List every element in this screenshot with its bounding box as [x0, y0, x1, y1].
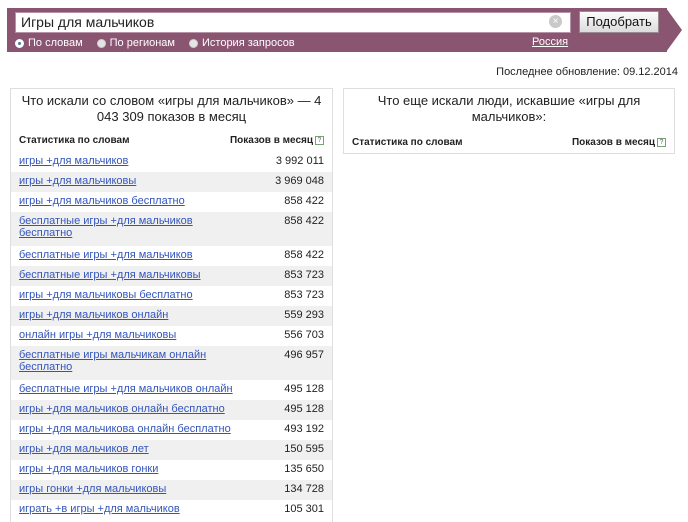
- table-row: игры +для мальчиковы 3 969 048: [11, 172, 332, 192]
- impressions-count: 495 128: [284, 403, 324, 415]
- table-row: онлайн игры +для мальчиковы 556 703: [11, 326, 332, 346]
- impressions-count: 858 422: [284, 215, 324, 227]
- impressions-count: 556 703: [284, 329, 324, 341]
- keyword-link[interactable]: игры +для мальчиков гонки: [19, 463, 239, 475]
- submit-button[interactable]: Подобрать: [579, 11, 659, 33]
- table-row: игры +для мальчиковы бесплатно 853 723: [11, 286, 332, 306]
- column-words: Статистика по словам: [19, 135, 130, 146]
- keyword-link[interactable]: игры +для мальчиков онлайн: [19, 309, 239, 321]
- impressions-count: 559 293: [284, 309, 324, 321]
- column-header: Статистика по словам Показов в месяц?: [11, 135, 332, 148]
- search-bar: Игры для мальчиков × Подобрать По словам…: [7, 8, 667, 52]
- search-input[interactable]: Игры для мальчиков: [15, 12, 571, 33]
- column-header: Статистика по словам Показов в месяц?: [344, 137, 674, 148]
- search-mode-group: По словам По регионам История запросов: [15, 36, 309, 50]
- keyword-link[interactable]: игры +для мальчиков онлайн бесплатно: [19, 403, 239, 415]
- radio-by-words[interactable]: По словам: [15, 36, 83, 50]
- keyword-link[interactable]: бесплатные игры мальчикам онлайн бесплат…: [19, 349, 239, 373]
- column-count: Показов в месяц?: [572, 137, 666, 148]
- table-row: бесплатные игры +для мальчиковы 853 723: [11, 266, 332, 286]
- table-row: бесплатные игры мальчикам онлайн бесплат…: [11, 346, 332, 380]
- impressions-count: 493 192: [284, 423, 324, 435]
- keyword-link[interactable]: онлайн игры +для мальчиковы: [19, 329, 239, 341]
- impressions-count: 134 728: [284, 483, 324, 495]
- region-link[interactable]: Россия: [532, 36, 568, 48]
- table-row: игры +для мальчиков онлайн 559 293: [11, 306, 332, 326]
- table-row: бесплатные игры +для мальчиков 858 422: [11, 246, 332, 266]
- keyword-link[interactable]: игры +для мальчиков бесплатно: [19, 195, 239, 207]
- related-queries-panel: Что еще искали люди, искавшие «игры для …: [343, 88, 675, 154]
- keyword-link[interactable]: игры +для мальчиковы бесплатно: [19, 289, 239, 301]
- impressions-count: 853 723: [284, 269, 324, 281]
- radio-selected-icon: [15, 38, 24, 48]
- radio-label: История запросов: [202, 37, 295, 49]
- table-row: игры гонки +для мальчиковы 134 728: [11, 480, 332, 500]
- table-row: игры +для мальчиков 3 992 011: [11, 152, 332, 172]
- table-row: игры +для мальчиков онлайн бесплатно 495 …: [11, 400, 332, 420]
- impressions-count: 3 992 011: [275, 155, 324, 167]
- table-row: бесплатные игры +для мальчиков бесплатно…: [11, 212, 332, 246]
- keyword-link[interactable]: игры гонки +для мальчиковы: [19, 483, 239, 495]
- radio-label: По регионам: [109, 37, 175, 49]
- keyword-link[interactable]: бесплатные игры +для мальчиков: [19, 249, 239, 261]
- impressions-count: 853 723: [284, 289, 324, 301]
- keyword-link[interactable]: бесплатные игры +для мальчиков бесплатно: [19, 215, 239, 239]
- table-row: игры +для мальчиков гонки 135 650: [11, 460, 332, 480]
- panel-title: Что искали со словом «игры для мальчиков…: [21, 93, 322, 124]
- keyword-link[interactable]: бесплатные игры +для мальчиков онлайн: [19, 383, 239, 395]
- search-bar-arrow: [666, 8, 682, 52]
- radio-query-history[interactable]: История запросов: [189, 36, 295, 50]
- table-row: игры +для мальчиков лет 150 595: [11, 440, 332, 460]
- impressions-count: 495 128: [284, 383, 324, 395]
- table-row: играть +в игры +для мальчиков 105 301: [11, 500, 332, 520]
- table-row: игры +для мальчиков бесплатно 858 422: [11, 192, 332, 212]
- radio-label: По словам: [28, 37, 83, 49]
- table-row: игры +для мальчикова онлайн бесплатно 493…: [11, 420, 332, 440]
- clear-icon[interactable]: ×: [549, 15, 562, 28]
- keyword-link[interactable]: игры +для мальчиковы: [19, 175, 239, 187]
- panel-title: Что еще искали люди, искавшие «игры для …: [377, 93, 641, 124]
- keyword-link[interactable]: игры +для мальчикова онлайн бесплатно: [19, 423, 239, 435]
- keyword-list: игры +для мальчиков 3 992 011 игры +для ма…: [11, 152, 332, 520]
- column-count: Показов в месяц?: [230, 135, 324, 148]
- last-update: Последнее обновление: 09.12.2014: [496, 66, 678, 78]
- radio-icon: [96, 38, 106, 48]
- radio-icon: [189, 38, 198, 48]
- keyword-link[interactable]: играть +в игры +для мальчиков: [19, 503, 239, 515]
- impressions-count: 150 595: [284, 443, 324, 455]
- keyword-stats-panel: Что искали со словом «игры для мальчиков…: [10, 88, 333, 522]
- impressions-count: 105 301: [284, 503, 324, 515]
- help-icon[interactable]: ?: [315, 135, 324, 145]
- column-words: Статистика по словам: [352, 137, 463, 148]
- keyword-link[interactable]: игры +для мальчиков лет: [19, 443, 239, 455]
- help-icon[interactable]: ?: [657, 137, 666, 147]
- impressions-count: 858 422: [284, 249, 324, 261]
- keyword-link[interactable]: бесплатные игры +для мальчиковы: [19, 269, 239, 281]
- keyword-link[interactable]: игры +для мальчиков: [19, 155, 239, 167]
- impressions-count: 858 422: [284, 195, 324, 207]
- radio-by-regions[interactable]: По регионам: [96, 36, 175, 50]
- impressions-count: 3 969 048: [275, 175, 324, 187]
- impressions-count: 135 650: [284, 463, 324, 475]
- impressions-count: 496 957: [284, 349, 324, 361]
- table-row: бесплатные игры +для мальчиков онлайн 495…: [11, 380, 332, 400]
